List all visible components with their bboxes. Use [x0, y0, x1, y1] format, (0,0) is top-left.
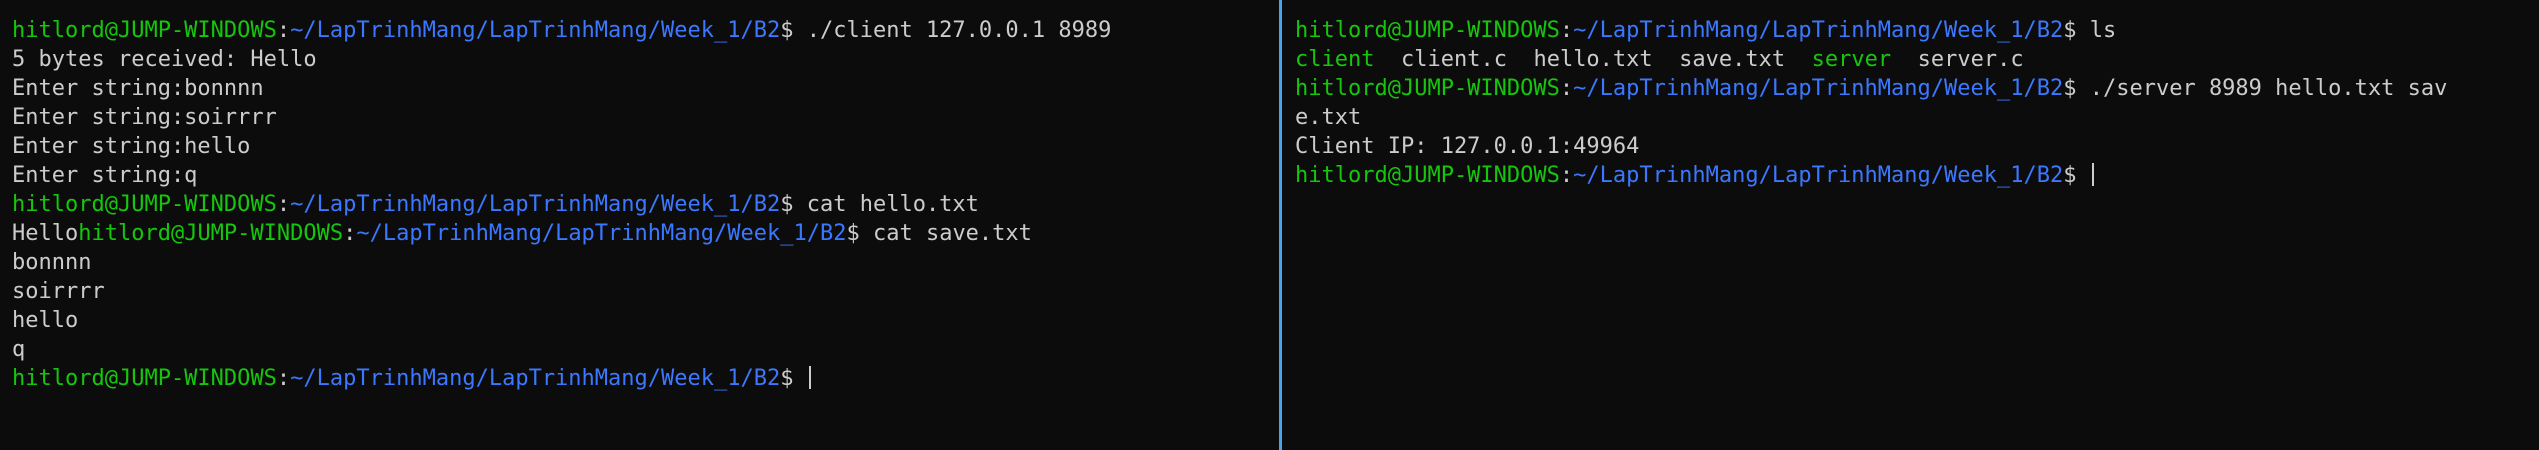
prompt-separator: : [276, 18, 291, 43]
ls-entry-file: client.c [1400, 47, 1507, 72]
prompt-symbol: $ [2063, 163, 2090, 188]
prompt-symbol: $ [2063, 18, 2090, 43]
output-line: Enter string:soirrrr [12, 105, 277, 130]
prompt-path: ~/LapTrinhMang/LapTrinhMang/Week_1/B2 [290, 18, 781, 43]
output-line: Enter string:q [12, 163, 198, 188]
prompt-line: Hellohitlord@JUMP-WINDOWS:~/LapTrinhMang… [12, 219, 1278, 248]
prompt-symbol: $ [780, 18, 807, 43]
prompt-user-host: hitlord@JUMP-WINDOWS [78, 221, 344, 246]
command-text: ./server 8989 hello.txt sav [2089, 76, 2448, 101]
prompt-user-host: hitlord@JUMP-WINDOWS [12, 192, 277, 217]
terminal-pane-right[interactable]: hitlord@JUMP-WINDOWS:~/LapTrinhMang/LapT… [1282, 0, 2539, 450]
text-cursor [808, 366, 811, 389]
prompt-separator: : [276, 192, 291, 217]
command-wrap-line: e.txt [1295, 105, 1362, 130]
output-line: Enter string:hello [12, 134, 251, 159]
ls-entry-file: save.txt [1679, 47, 1786, 72]
output-line: 5 bytes received: Hello [12, 47, 317, 72]
prompt-separator: : [1559, 76, 1574, 101]
ls-entry-file: server.c [1917, 47, 2024, 72]
command-text: ./client 127.0.0.1 8989 [806, 18, 1112, 43]
command-text: ls [2089, 18, 2117, 43]
prompt-path: ~/LapTrinhMang/LapTrinhMang/Week_1/B2 [1573, 76, 2064, 101]
prompt-user-host: hitlord@JUMP-WINDOWS [12, 18, 277, 43]
prompt-path: ~/LapTrinhMang/LapTrinhMang/Week_1/B2 [290, 366, 781, 391]
prompt-user-host: hitlord@JUMP-WINDOWS [12, 366, 277, 391]
terminal-pane-left[interactable]: hitlord@JUMP-WINDOWS:~/LapTrinhMang/LapT… [0, 0, 1278, 450]
ls-entry-executable: server [1811, 47, 1892, 72]
command-text: cat hello.txt [806, 192, 979, 217]
prompt-user-host: hitlord@JUMP-WINDOWS [1295, 18, 1560, 43]
output-text: Hello [12, 221, 79, 246]
output-line: Client IP: 127.0.0.1:49964 [1295, 134, 1640, 159]
prompt-path: ~/LapTrinhMang/LapTrinhMang/Week_1/B2 [290, 192, 781, 217]
prompt-separator: : [1559, 18, 1574, 43]
output-line: soirrrr [12, 279, 105, 304]
output-line: bonnnn [12, 250, 92, 275]
prompt-line: hitlord@JUMP-WINDOWS:~/LapTrinhMang/LapT… [12, 190, 1278, 219]
prompt-user-host: hitlord@JUMP-WINDOWS [1295, 163, 1560, 188]
text-cursor [2091, 163, 2094, 186]
prompt-separator: : [276, 366, 291, 391]
ls-entry-executable: client [1295, 47, 1375, 72]
terminal-window[interactable]: hitlord@JUMP-WINDOWS:~/LapTrinhMang/LapT… [0, 0, 2539, 450]
prompt-symbol: $ [780, 366, 807, 391]
prompt-user-host: hitlord@JUMP-WINDOWS [1295, 76, 1560, 101]
prompt-separator: : [343, 221, 357, 246]
prompt-symbol: $ [2063, 76, 2090, 101]
prompt-path: ~/LapTrinhMang/LapTrinhMang/Week_1/B2 [1573, 18, 2064, 43]
prompt-path: ~/LapTrinhMang/LapTrinhMang/Week_1/B2 [356, 221, 847, 246]
prompt-line: hitlord@JUMP-WINDOWS:~/LapTrinhMang/LapT… [1295, 16, 2539, 45]
output-line: q [12, 337, 26, 362]
prompt-separator: : [1559, 163, 1574, 188]
command-text: cat save.txt [872, 221, 1032, 246]
prompt-path: ~/LapTrinhMang/LapTrinhMang/Week_1/B2 [1573, 163, 2064, 188]
prompt-symbol: $ [780, 192, 807, 217]
prompt-line-active[interactable]: hitlord@JUMP-WINDOWS:~/LapTrinhMang/LapT… [12, 364, 1278, 393]
ls-entry-file: hello.txt [1533, 47, 1653, 72]
prompt-line: hitlord@JUMP-WINDOWS:~/LapTrinhMang/LapT… [12, 16, 1278, 45]
output-line: hello [12, 308, 79, 333]
prompt-symbol: $ [846, 221, 873, 246]
output-line: Enter string:bonnnn [12, 76, 264, 101]
prompt-line-active[interactable]: hitlord@JUMP-WINDOWS:~/LapTrinhMang/LapT… [1295, 161, 2539, 190]
ls-output-line: client client.c hello.txt save.txt serve… [1295, 45, 2539, 74]
prompt-line: hitlord@JUMP-WINDOWS:~/LapTrinhMang/LapT… [1295, 74, 2539, 103]
